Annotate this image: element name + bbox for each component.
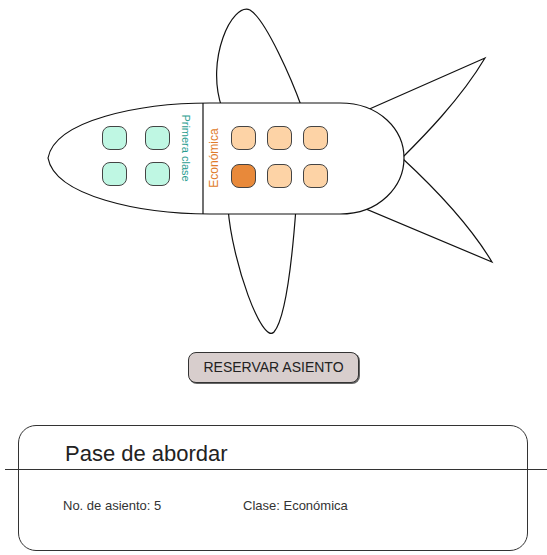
boarding-pass-title: Pase de abordar	[65, 440, 481, 468]
seat[interactable]	[102, 162, 127, 186]
seat-map: Primera clase Económica	[0, 0, 547, 342]
seat-number: No. de asiento: 5	[63, 496, 243, 516]
seat[interactable]	[145, 126, 170, 150]
seat[interactable]	[267, 164, 292, 188]
boarding-pass: Pase de abordar No. de asiento: 5 Clase:…	[18, 425, 528, 551]
reserve-button[interactable]: RESERVAR ASIENTO	[188, 352, 358, 383]
seat-class: Clase: Económica	[243, 496, 348, 516]
seat[interactable]	[145, 162, 170, 186]
seat[interactable]	[303, 164, 328, 188]
seat[interactable]	[303, 126, 328, 150]
first-class-label: Primera clase	[178, 114, 195, 181]
first-class-seats	[102, 126, 170, 186]
seat[interactable]	[267, 126, 292, 150]
economy-seats	[231, 126, 328, 188]
seat[interactable]	[102, 126, 127, 150]
economy-label: Económica	[205, 128, 223, 187]
seat[interactable]	[231, 164, 256, 188]
seat[interactable]	[231, 126, 256, 150]
divider	[5, 469, 547, 470]
